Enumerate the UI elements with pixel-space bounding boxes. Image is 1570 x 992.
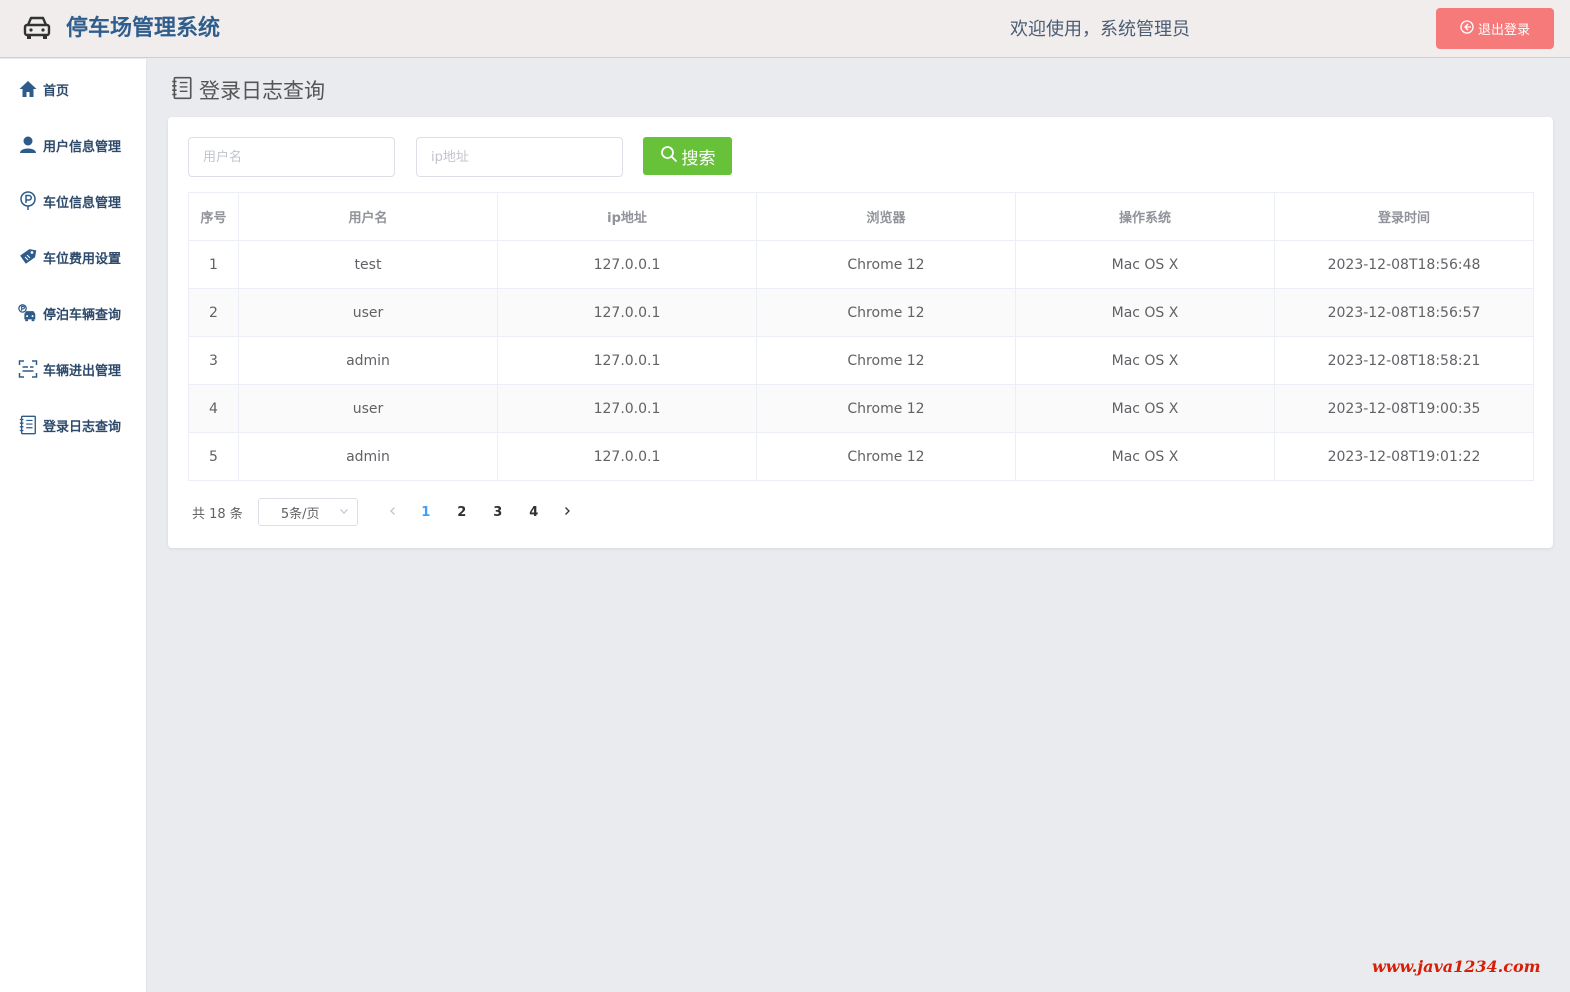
- table-cell: admin: [238, 432, 498, 481]
- table-row: 1 test 127.0.0.1 Chrome 12 Mac OS X 2023…: [188, 240, 1534, 289]
- logout-label: 退出登录: [1477, 23, 1530, 38]
- page-heading: 登录日志查询: [171, 76, 325, 104]
- log-book-icon: [171, 76, 199, 104]
- sidebar-item-vehicle-access[interactable]: 车辆进出管理: [0, 341, 147, 397]
- price-tag-icon: [18, 247, 38, 267]
- table-row: 3 admin 127.0.0.1 Chrome 12 Mac OS X 202…: [188, 336, 1534, 385]
- sidebar-item-label: 登录日志查询: [43, 419, 122, 435]
- table-row: 5 admin 127.0.0.1 Chrome 12 Mac OS X 202…: [188, 432, 1534, 481]
- login-log-table: 序号 用户名 ip地址 浏览器 操作系统 登录时间 1 test 127.0.0…: [188, 192, 1534, 481]
- page-number-1[interactable]: 1: [408, 498, 444, 526]
- sidebar: 首页 用户信息管理 车位信息管理 车位费用设置 停泊车辆查询 车辆进出管理 登录…: [0, 59, 147, 992]
- pagination: 共 18 条 5条/页 1 2 3 4: [192, 498, 582, 526]
- chevron-right-icon: [562, 505, 572, 520]
- table-cell: 2: [188, 288, 239, 337]
- column-header: 序号: [188, 192, 239, 241]
- home-icon: [18, 79, 38, 99]
- sidebar-item-label: 车位信息管理: [43, 195, 122, 211]
- table-row: 4 user 127.0.0.1 Chrome 12 Mac OS X 2023…: [188, 384, 1534, 433]
- page-size-select[interactable]: 5条/页: [257, 498, 358, 526]
- table-cell: user: [238, 288, 498, 337]
- column-header: ip地址: [497, 192, 757, 241]
- table-cell: Mac OS X: [1015, 288, 1275, 337]
- log-book-icon: [18, 415, 38, 435]
- total-count: 共 18 条: [192, 506, 243, 522]
- page-number-4[interactable]: 4: [516, 498, 552, 526]
- sidebar-item-label: 车位费用设置: [43, 251, 122, 267]
- table-cell: Chrome 12: [756, 240, 1016, 289]
- search-button[interactable]: 搜索: [643, 137, 732, 175]
- page-title: 登录日志查询: [199, 79, 325, 103]
- sidebar-item-parked-vehicles[interactable]: 停泊车辆查询: [0, 285, 147, 341]
- page-number-2[interactable]: 2: [444, 498, 480, 526]
- page-number-3[interactable]: 3: [480, 498, 516, 526]
- table-cell: test: [238, 240, 498, 289]
- table-cell: 127.0.0.1: [497, 432, 757, 481]
- table-cell: 2023-12-08T18:58:21: [1274, 336, 1534, 385]
- parked-car-icon: [18, 303, 38, 323]
- sidebar-item-label: 首页: [43, 83, 70, 99]
- table-cell: 127.0.0.1: [497, 336, 757, 385]
- table-cell: 127.0.0.1: [497, 288, 757, 337]
- table-cell: Chrome 12: [756, 384, 1016, 433]
- parking-icon: [18, 191, 38, 211]
- user-icon: [18, 135, 38, 155]
- scan-icon: [18, 359, 38, 379]
- chevron-left-icon: [388, 505, 398, 520]
- table-cell: 127.0.0.1: [497, 240, 757, 289]
- table-cell: 2023-12-08T19:00:35: [1274, 384, 1534, 433]
- table-cell: Chrome 12: [756, 336, 1016, 385]
- username-search-input[interactable]: [188, 137, 395, 177]
- table-cell: 5: [188, 432, 239, 481]
- table-cell: 4: [188, 384, 239, 433]
- app-title: 停车场管理系统: [66, 16, 221, 41]
- chevron-down-icon: [339, 505, 349, 520]
- sidebar-item-label: 用户信息管理: [43, 139, 122, 155]
- search-button-label: 搜索: [681, 148, 716, 169]
- table-cell: Chrome 12: [756, 288, 1016, 337]
- table-cell: 2023-12-08T18:56:57: [1274, 288, 1534, 337]
- next-page-button[interactable]: [552, 498, 582, 526]
- top-header: 停车场管理系统 欢迎使用，系统管理员 退出登录: [0, 0, 1570, 58]
- table-cell: 2023-12-08T19:01:22: [1274, 432, 1534, 481]
- sidebar-item-users[interactable]: 用户信息管理: [0, 117, 147, 173]
- watermark: www.java1234.com: [1372, 957, 1541, 976]
- column-header: 浏览器: [756, 192, 1016, 241]
- table-cell: 3: [188, 336, 239, 385]
- sidebar-item-parking-spaces[interactable]: 车位信息管理: [0, 173, 147, 229]
- car-icon: [22, 15, 52, 41]
- table-row: 2 user 127.0.0.1 Chrome 12 Mac OS X 2023…: [188, 288, 1534, 337]
- column-header: 登录时间: [1274, 192, 1534, 241]
- sidebar-item-home[interactable]: 首页: [0, 61, 147, 117]
- sidebar-item-label: 车辆进出管理: [43, 363, 122, 379]
- logout-button[interactable]: 退出登录: [1436, 8, 1554, 49]
- search-icon: [660, 145, 678, 168]
- logout-icon: [1460, 19, 1474, 38]
- table-cell: Chrome 12: [756, 432, 1016, 481]
- table-cell: 2023-12-08T18:56:48: [1274, 240, 1534, 289]
- table-cell: user: [238, 384, 498, 433]
- table-cell: Mac OS X: [1015, 240, 1275, 289]
- table-cell: Mac OS X: [1015, 384, 1275, 433]
- column-header: 用户名: [238, 192, 498, 241]
- table-cell: 1: [188, 240, 239, 289]
- prev-page-button[interactable]: [378, 498, 408, 526]
- table-cell: Mac OS X: [1015, 432, 1275, 481]
- table-cell: 127.0.0.1: [497, 384, 757, 433]
- sidebar-item-login-logs[interactable]: 登录日志查询: [0, 397, 147, 453]
- welcome-text: 欢迎使用，系统管理员: [1010, 19, 1190, 40]
- sidebar-item-fees[interactable]: 车位费用设置: [0, 229, 147, 285]
- page-size-value: 5条/页: [280, 506, 320, 522]
- column-header: 操作系统: [1015, 192, 1275, 241]
- content-card: 搜索 序号 用户名 ip地址 浏览器 操作系统 登录时间 1 test 127.…: [168, 117, 1553, 548]
- sidebar-item-label: 停泊车辆查询: [43, 307, 122, 323]
- table-cell: Mac OS X: [1015, 336, 1275, 385]
- table-cell: admin: [238, 336, 498, 385]
- ip-search-input[interactable]: [416, 137, 623, 177]
- table-header-row: 序号 用户名 ip地址 浏览器 操作系统 登录时间: [188, 192, 1534, 241]
